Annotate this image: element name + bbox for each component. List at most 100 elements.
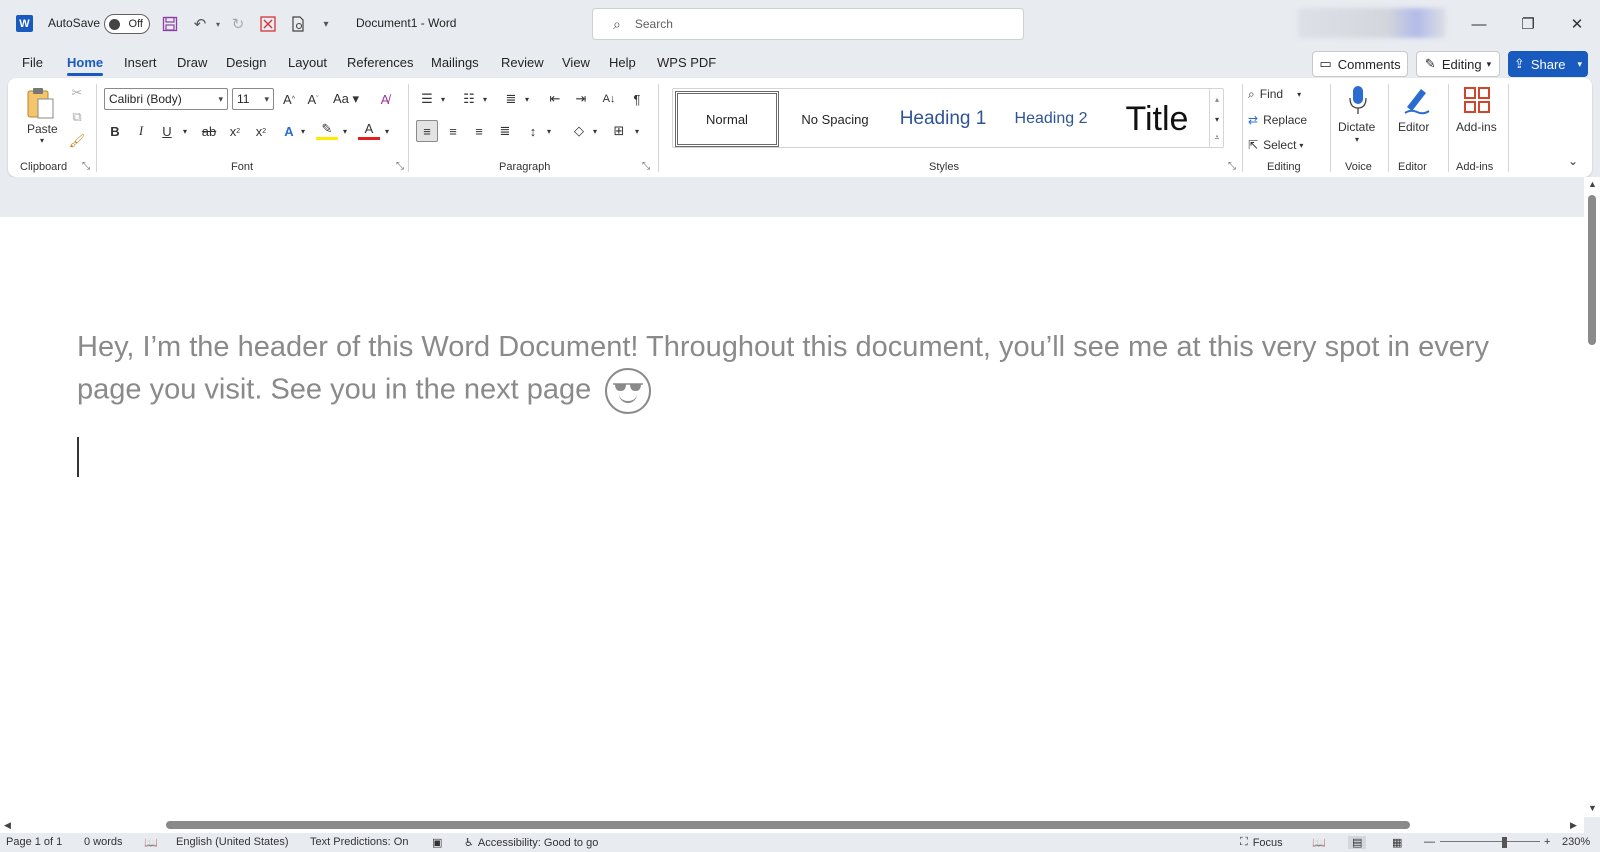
tab-file[interactable]: File xyxy=(22,55,43,70)
numbering-dropdown-icon[interactable]: ▾ xyxy=(474,88,496,110)
tab-insert[interactable]: Insert xyxy=(124,55,157,70)
document-page[interactable]: Hey, I’m the header of this Word Documen… xyxy=(0,217,1584,817)
italic-icon[interactable]: I xyxy=(130,120,152,142)
close-window-button[interactable]: ✕ xyxy=(1554,12,1600,36)
text-predictions-status[interactable]: Text Predictions: On xyxy=(310,836,408,848)
tab-design[interactable]: Design xyxy=(226,55,266,70)
tab-home[interactable]: Home xyxy=(67,55,104,76)
paragraph-launcher-icon[interactable]: ⤡ xyxy=(642,161,650,172)
addins-label[interactable]: Add-ins xyxy=(1456,120,1497,134)
zoom-in-icon[interactable]: + xyxy=(1544,836,1550,848)
restore-button[interactable]: ❐ xyxy=(1505,12,1551,36)
redo-icon[interactable]: ↻ xyxy=(228,14,248,34)
zoom-level[interactable]: 230% xyxy=(1562,836,1590,848)
save-icon[interactable] xyxy=(160,14,180,34)
styles-scroll-down-icon[interactable]: ▾ xyxy=(1209,109,1224,129)
align-right-icon[interactable]: ≡ xyxy=(468,120,490,142)
language-status[interactable]: English (United States) xyxy=(176,836,289,848)
strikethrough-icon[interactable]: ab xyxy=(198,120,220,142)
horizontal-scroll-thumb[interactable] xyxy=(166,821,1410,829)
scroll-left-icon[interactable]: ◀ xyxy=(4,820,11,831)
styles-launcher-icon[interactable]: ⤡ xyxy=(1228,161,1236,172)
sort-icon[interactable]: A↓ xyxy=(598,88,620,110)
zoom-slider-thumb[interactable] xyxy=(1502,837,1507,848)
select-button[interactable]: ⇱ Select ▾ xyxy=(1248,135,1303,155)
multilevel-dropdown-icon[interactable]: ▾ xyxy=(516,88,538,110)
paste-dropdown-icon[interactable]: ▾ xyxy=(40,136,44,145)
line-spacing-dropdown-icon[interactable]: ▾ xyxy=(538,120,560,142)
web-layout-icon[interactable]: ▦ xyxy=(1392,836,1402,849)
text-effects-dropdown-icon[interactable]: ▾ xyxy=(292,120,314,142)
microphone-icon[interactable] xyxy=(1342,82,1374,118)
tab-wps-pdf[interactable]: WPS PDF xyxy=(657,55,716,70)
undo-icon[interactable]: ↶ xyxy=(190,14,210,34)
editing-mode-button[interactable]: ✎ Editing ▾ xyxy=(1416,51,1500,77)
tab-view[interactable]: View xyxy=(562,55,590,70)
dictate-label[interactable]: Dictate xyxy=(1338,120,1375,134)
print-preview-icon[interactable] xyxy=(288,14,308,34)
increase-indent-icon[interactable]: ⇥ xyxy=(570,88,592,110)
copy-icon[interactable]: ⧉ xyxy=(66,106,88,128)
find-button[interactable]: ⌕ Find ▾ xyxy=(1248,84,1301,104)
scroll-up-icon[interactable]: ▲ xyxy=(1588,179,1597,189)
macro-recording-icon[interactable]: ▣ xyxy=(432,836,442,849)
styles-scroll-up-icon[interactable]: ▴ xyxy=(1209,89,1224,109)
vertical-scroll-thumb[interactable] xyxy=(1588,195,1596,345)
word-count[interactable]: 0 words xyxy=(84,836,123,848)
zoom-out-icon[interactable]: — xyxy=(1424,836,1435,848)
format-painter-icon[interactable]: 🖌 xyxy=(66,130,88,152)
style-heading-1[interactable]: Heading 1 xyxy=(889,91,997,147)
borders-dropdown-icon[interactable]: ▾ xyxy=(626,120,648,142)
tab-help[interactable]: Help xyxy=(609,55,636,70)
proofing-book-icon[interactable]: 📖 xyxy=(144,836,158,849)
horizontal-scrollbar[interactable]: ◀ ▶ xyxy=(0,817,1584,833)
highlight-dropdown-icon[interactable]: ▾ xyxy=(334,120,356,142)
style-no-spacing[interactable]: No Spacing xyxy=(783,91,887,147)
font-size-combo[interactable]: 11 ▾ xyxy=(232,88,274,110)
align-left-icon[interactable]: ≡ xyxy=(416,120,438,142)
tab-references[interactable]: References xyxy=(347,55,413,70)
font-launcher-icon[interactable]: ⤡ xyxy=(396,161,404,172)
autosave-toggle[interactable]: Off xyxy=(104,14,150,34)
addins-grid-icon[interactable] xyxy=(1460,82,1494,118)
accessibility-status[interactable]: ♿ Accessibility: Good to go xyxy=(464,836,598,850)
share-button[interactable]: ⇪ Share ▾ xyxy=(1508,51,1588,77)
undo-dropdown-icon[interactable]: ▾ xyxy=(208,14,228,34)
tab-layout[interactable]: Layout xyxy=(288,55,327,70)
superscript-icon[interactable]: x2 xyxy=(250,120,272,142)
grow-font-icon[interactable]: A ^ xyxy=(278,88,300,110)
zoom-slider[interactable] xyxy=(1440,841,1540,842)
read-mode-icon[interactable]: 📖 xyxy=(1312,836,1326,849)
scroll-down-icon[interactable]: ▼ xyxy=(1588,803,1597,813)
subscript-icon[interactable]: x2 xyxy=(224,120,246,142)
comments-button[interactable]: ▭ Comments xyxy=(1312,51,1408,77)
style-normal[interactable]: Normal xyxy=(675,91,779,147)
show-formatting-icon[interactable]: ¶ xyxy=(626,88,648,110)
underline-dropdown-icon[interactable]: ▾ xyxy=(174,120,196,142)
shading-dropdown-icon[interactable]: ▾ xyxy=(584,120,606,142)
focus-mode-button[interactable]: ⛶ Focus xyxy=(1240,836,1283,849)
font-color-dropdown-icon[interactable]: ▾ xyxy=(376,120,398,142)
minimize-button[interactable]: — xyxy=(1456,12,1502,36)
justify-icon[interactable]: ≣ xyxy=(494,120,516,142)
align-center-icon[interactable]: ≡ xyxy=(442,120,464,142)
print-layout-icon[interactable]: ▤ xyxy=(1348,836,1367,849)
tab-mailings[interactable]: Mailings xyxy=(431,55,479,70)
bullets-dropdown-icon[interactable]: ▾ xyxy=(432,88,454,110)
bold-icon[interactable]: B xyxy=(104,120,126,142)
font-name-combo[interactable]: Calibri (Body) ▾ xyxy=(104,88,228,110)
replace-button[interactable]: ⇄ Replace xyxy=(1248,110,1307,130)
vertical-scrollbar[interactable]: ▲ ▼ xyxy=(1584,177,1600,817)
clear-formatting-icon[interactable]: A̸ xyxy=(374,88,396,110)
editor-pen-icon[interactable] xyxy=(1400,82,1432,118)
decrease-indent-icon[interactable]: ⇤ xyxy=(544,88,566,110)
style-title[interactable]: Title xyxy=(1105,91,1209,147)
page-count[interactable]: Page 1 of 1 xyxy=(6,836,62,848)
editor-label[interactable]: Editor xyxy=(1398,120,1429,134)
search-input[interactable]: ⌕ Search xyxy=(592,8,1024,40)
cut-icon[interactable]: ✂ xyxy=(66,82,88,104)
style-heading-2[interactable]: Heading 2 xyxy=(999,91,1103,147)
profile-avatar[interactable] xyxy=(1298,8,1446,38)
paste-icon[interactable] xyxy=(24,84,56,122)
shrink-font-icon[interactable]: Aˇ xyxy=(302,88,324,110)
